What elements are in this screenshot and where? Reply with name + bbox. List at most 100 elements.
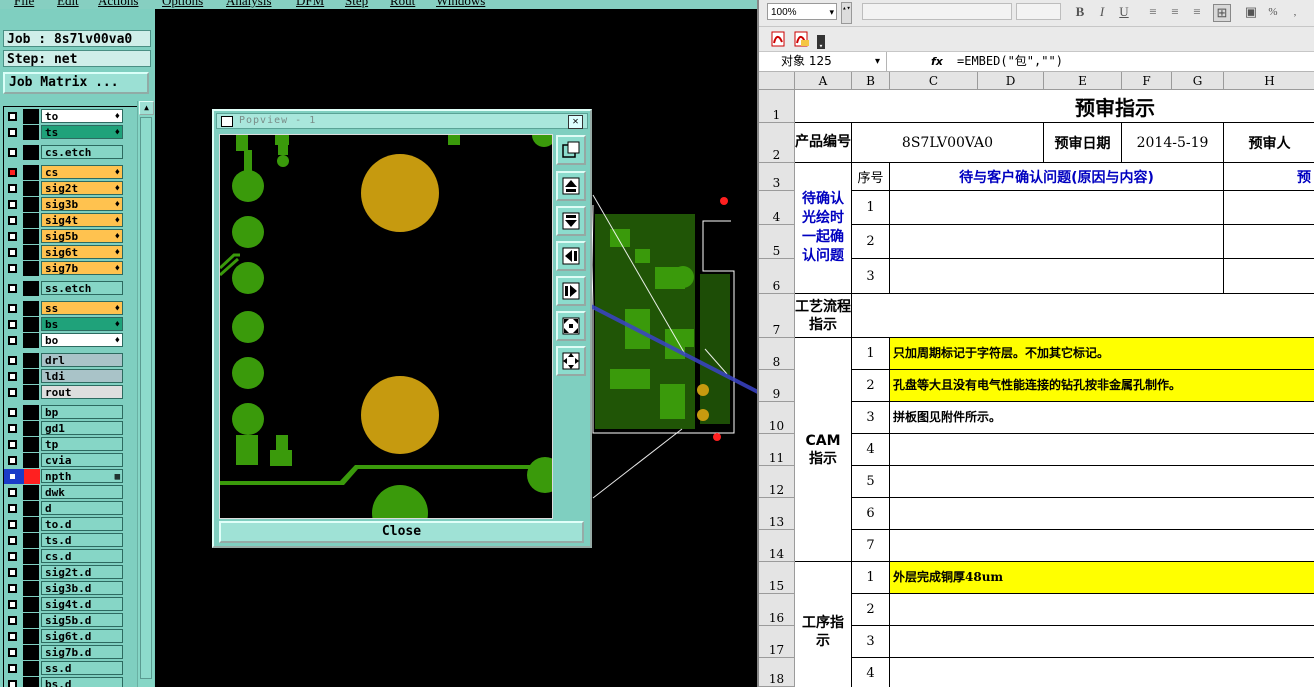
layer-checkbox[interactable] [8, 372, 17, 381]
layer-color-swatch[interactable] [23, 549, 39, 564]
italic-icon[interactable]: I [1094, 4, 1110, 20]
scroll-up-arrow-icon[interactable]: ▲ [139, 101, 154, 115]
layer-color-swatch[interactable] [23, 517, 39, 532]
menu-rout[interactable]: Rout [390, 0, 415, 9]
column-header-f[interactable]: F [1122, 72, 1172, 90]
layer-row-sig4t-d[interactable]: sig4t.d [4, 597, 137, 612]
layer-color-swatch[interactable] [23, 369, 39, 384]
layer-row-ss[interactable]: ss ♦ [4, 301, 137, 316]
layer-checkbox[interactable] [8, 408, 17, 417]
layer-checkbox[interactable] [8, 664, 17, 673]
layer-name[interactable]: sig5b ♦ [41, 229, 123, 243]
layer-name[interactable]: sig3b.d [41, 581, 123, 595]
row-header[interactable]: 16 [759, 594, 795, 626]
layer-checkbox[interactable] [8, 320, 17, 329]
column-header-a[interactable]: A [795, 72, 852, 90]
pdf-email-icon[interactable] [794, 31, 809, 47]
layer-checkbox[interactable] [8, 304, 17, 313]
column-header-e[interactable]: E [1044, 72, 1122, 90]
layer-row-sig3b-d[interactable]: sig3b.d [4, 581, 137, 596]
confirm-item-cell[interactable] [890, 259, 1224, 294]
layer-checkbox[interactable] [8, 472, 17, 481]
layer-name[interactable]: sig6t.d [41, 629, 123, 643]
column-header-b[interactable]: B [852, 72, 890, 90]
row-header[interactable]: 8 [759, 338, 795, 370]
column-header-c[interactable]: C [890, 72, 978, 90]
layer-checkbox[interactable] [8, 520, 17, 529]
toolbar-grip-icon[interactable]: ▴▾ [841, 2, 852, 24]
layer-checkbox[interactable] [8, 584, 17, 593]
layer-color-swatch[interactable] [23, 405, 39, 420]
layer-checkbox[interactable] [8, 128, 17, 137]
layer-color-swatch[interactable] [23, 197, 39, 212]
pan-left-icon[interactable] [556, 241, 586, 271]
column-header-d[interactable]: D [978, 72, 1044, 90]
cam-seq-cell[interactable]: 1 [852, 338, 890, 370]
layer-row-ss-etch[interactable]: ss.etch [4, 281, 137, 296]
layer-row-to[interactable]: to ♦ [4, 109, 137, 124]
cam-seq-cell[interactable]: 2 [852, 370, 890, 402]
fx-icon[interactable]: fx [931, 52, 943, 71]
layer-checkbox[interactable] [8, 504, 17, 513]
menu-options[interactable]: Options [162, 0, 203, 9]
row-header[interactable]: 12 [759, 466, 795, 498]
layer-color-swatch[interactable] [23, 629, 39, 644]
menu-file[interactable]: File [14, 0, 34, 9]
percent-icon[interactable]: % [1265, 4, 1281, 20]
layer-color-swatch[interactable] [23, 145, 39, 160]
layer-color-swatch[interactable] [23, 317, 39, 332]
layer-name[interactable]: drl [41, 353, 123, 367]
proc-item-cell[interactable]: 外层完成铜厚48um [890, 562, 1314, 594]
layer-row-sig2t[interactable]: sig2t ♦ [4, 181, 137, 196]
layer-checkbox[interactable] [8, 168, 17, 177]
layer-color-swatch[interactable] [23, 645, 39, 660]
layer-name[interactable]: ss ♦ [41, 301, 123, 315]
layer-name[interactable]: bs.d [41, 677, 123, 687]
layer-color-swatch[interactable] [23, 301, 39, 316]
proc-seq-cell[interactable]: 4 [852, 658, 890, 687]
comma-style-icon[interactable]: , [1287, 4, 1303, 20]
layer-row-d[interactable]: d [4, 501, 137, 516]
zoom-select[interactable]: 100% [767, 3, 837, 21]
confirm-extra-cell[interactable] [1224, 225, 1314, 259]
layer-checkbox[interactable] [8, 148, 17, 157]
column-header-g[interactable]: G [1172, 72, 1224, 90]
column-header-h[interactable]: H [1224, 72, 1314, 90]
layer-checkbox[interactable] [8, 216, 17, 225]
layer-color-swatch[interactable] [23, 353, 39, 368]
formula-input[interactable]: =EMBED("包","") [957, 52, 1063, 71]
row-header[interactable]: 9 [759, 370, 795, 402]
layer-name[interactable]: bs ♦ [41, 317, 123, 331]
layer-checkbox[interactable] [8, 424, 17, 433]
layer-row-rout[interactable]: rout [4, 385, 137, 400]
layer-name[interactable]: cs.d [41, 549, 123, 563]
job-matrix-button[interactable]: Job Matrix ... [3, 72, 149, 94]
layer-color-swatch[interactable] [23, 125, 39, 140]
proc-item-cell[interactable] [890, 658, 1314, 687]
layer-checkbox[interactable] [8, 568, 17, 577]
layer-checkbox[interactable] [8, 284, 17, 293]
pan-right-icon[interactable] [556, 276, 586, 306]
layer-row-bp[interactable]: bp [4, 405, 137, 420]
layer-row-gd1[interactable]: gd1 [4, 421, 137, 436]
align-left-icon[interactable]: ≡ [1145, 4, 1161, 20]
layer-checkbox[interactable] [8, 632, 17, 641]
layer-row-ldi[interactable]: ldi [4, 369, 137, 384]
worksheet-grid[interactable]: A B C D E F G H 1 2 3 4 5 6 7 8 9 10 11 12 13 14 15 16 1… [759, 72, 1314, 687]
confirm-seq-cell[interactable]: 1 [852, 191, 890, 225]
zoom-home-icon[interactable] [556, 311, 586, 341]
layer-color-swatch[interactable] [24, 469, 40, 484]
layer-row-sig6t[interactable]: sig6t ♦ [4, 245, 137, 260]
layer-row-tp[interactable]: tp [4, 437, 137, 452]
cam-seq-cell[interactable]: 3 [852, 402, 890, 434]
layer-checkbox[interactable] [8, 248, 17, 257]
zoom-out-icon[interactable] [556, 206, 586, 236]
row-header[interactable]: 3 [759, 163, 795, 191]
layer-color-swatch[interactable] [23, 333, 39, 348]
layer-color-swatch[interactable] [23, 245, 39, 260]
proc-seq-cell[interactable]: 3 [852, 626, 890, 658]
menu-analysis[interactable]: Analysis [226, 0, 272, 9]
align-right-icon[interactable]: ≡ [1189, 4, 1205, 20]
confirm-seq-cell[interactable]: 3 [852, 259, 890, 294]
row-header[interactable]: 6 [759, 259, 795, 294]
